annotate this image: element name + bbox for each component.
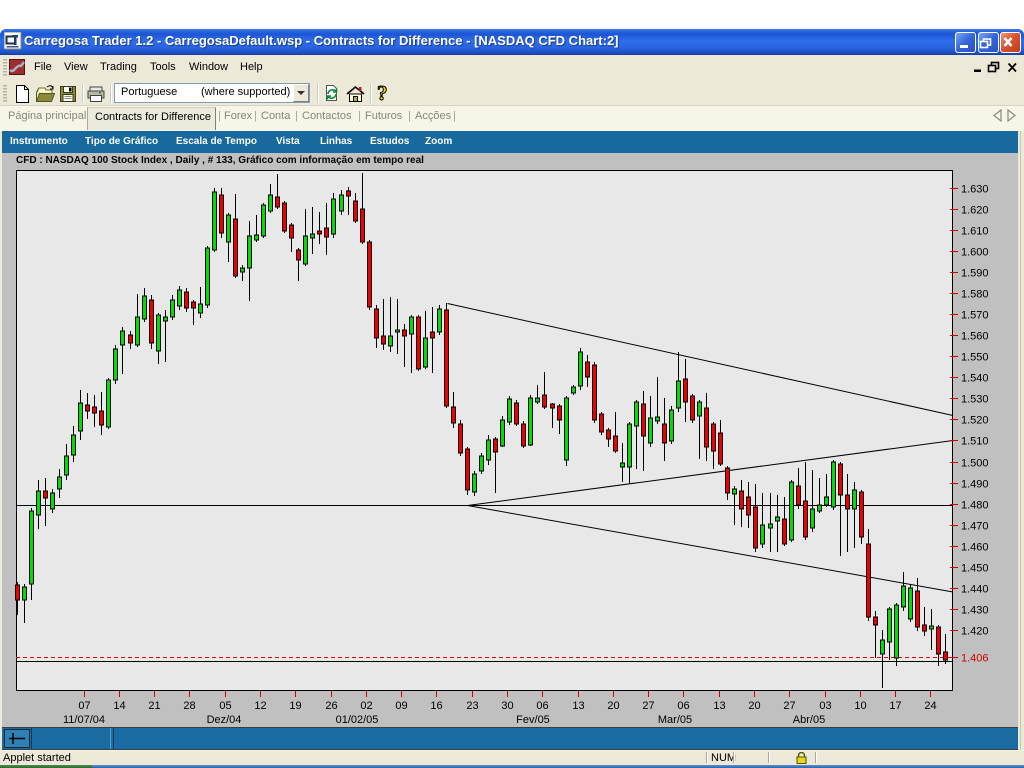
svg-text:30: 30 [501,700,513,712]
svg-text:10: 10 [854,700,866,712]
svg-text:19: 19 [289,700,301,712]
svg-text:01/02/05: 01/02/05 [336,714,379,726]
svg-text:1.406: 1.406 [961,653,989,665]
svg-text:20: 20 [748,700,760,712]
svg-text:1.570: 1.570 [961,310,989,322]
svg-text:06: 06 [536,700,548,712]
svg-text:1.470: 1.470 [961,521,989,533]
svg-text:11/07/04: 11/07/04 [63,714,105,726]
svg-text:17: 17 [889,700,901,712]
svg-text:Fev/05: Fev/05 [516,714,550,726]
svg-text:20: 20 [607,700,619,712]
svg-text:Mar/05: Mar/05 [658,714,692,726]
svg-text:1.420: 1.420 [961,626,989,638]
svg-text:27: 27 [783,700,795,712]
svg-text:1.450: 1.450 [961,563,989,575]
svg-text:23: 23 [466,700,478,712]
svg-text:1.430: 1.430 [961,605,989,617]
svg-text:09: 09 [395,700,407,712]
svg-text:1.490: 1.490 [961,479,989,491]
svg-text:1.590: 1.590 [961,268,989,280]
svg-text:1.550: 1.550 [961,352,989,364]
svg-text:1.620: 1.620 [961,205,989,217]
svg-text:1.510: 1.510 [961,436,989,448]
svg-text:1.530: 1.530 [961,394,989,406]
svg-text:1.600: 1.600 [961,247,989,259]
svg-text:02: 02 [360,700,372,712]
svg-text:24: 24 [924,700,936,712]
svg-text:1.540: 1.540 [961,373,989,385]
svg-text:16: 16 [430,700,442,712]
svg-text:14: 14 [113,700,125,712]
svg-text:Dez/04: Dez/04 [207,714,242,726]
svg-text:13: 13 [713,700,725,712]
svg-text:28: 28 [183,700,195,712]
svg-text:1.610: 1.610 [961,226,989,238]
svg-text:21: 21 [148,700,160,712]
svg-text:1.580: 1.580 [961,289,989,301]
svg-text:1.560: 1.560 [961,331,989,343]
svg-text:1.500: 1.500 [961,458,989,470]
svg-text:1.480: 1.480 [961,500,989,512]
svg-text:13: 13 [572,700,584,712]
svg-text:07: 07 [78,700,90,712]
svg-text:Abr/05: Abr/05 [793,714,825,726]
svg-text:27: 27 [642,700,654,712]
svg-text:1.460: 1.460 [961,542,989,554]
svg-text:1.630: 1.630 [961,184,989,196]
svg-text:12: 12 [254,700,266,712]
svg-text:1.440: 1.440 [961,584,989,596]
svg-text:06: 06 [677,700,689,712]
svg-text:1.520: 1.520 [961,415,989,427]
svg-text:05: 05 [219,700,231,712]
svg-text:26: 26 [325,700,337,712]
svg-text:03: 03 [819,700,831,712]
